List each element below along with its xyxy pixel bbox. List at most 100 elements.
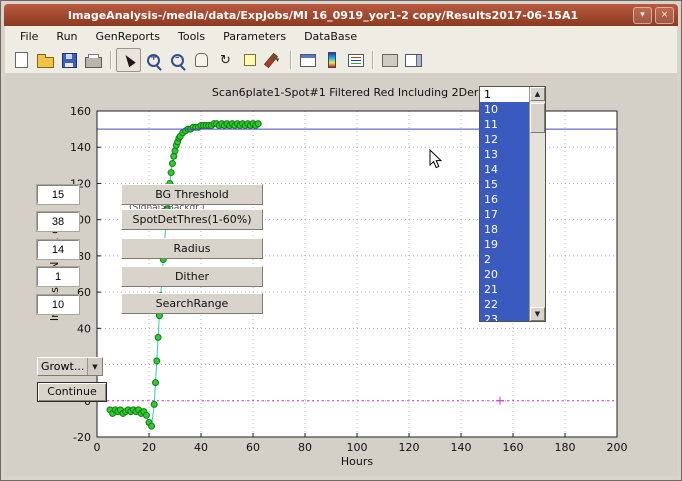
svg-text:Hours: Hours (341, 455, 373, 468)
data-cursor-button[interactable] (238, 49, 261, 71)
list-item[interactable]: 12 (480, 132, 529, 147)
radius-input[interactable] (37, 240, 79, 259)
app-window: ImageAnalysis-/media/data/ExpJobs/MI 16_… (0, 0, 682, 481)
new-document-icon (15, 52, 28, 68)
svg-text:-20: -20 (73, 431, 91, 444)
menu-file[interactable]: File (11, 28, 47, 45)
svg-text:40: 40 (77, 322, 91, 335)
radius-button[interactable]: Radius (121, 238, 263, 259)
list-item[interactable]: 13 (480, 147, 529, 162)
scroll-thumb[interactable] (530, 103, 545, 133)
scroll-up-button[interactable]: ▲ (530, 87, 545, 101)
insert-legend-button[interactable] (344, 49, 367, 71)
growth-mode-popup-value: Growt... (38, 360, 87, 373)
svg-text:20: 20 (142, 441, 156, 454)
plot-tools-hide-icon (382, 54, 398, 67)
growth-plot: 020406080100120140160180200-200204060801… (5, 73, 679, 478)
zoom-out-icon (171, 54, 184, 67)
search-range-input[interactable] (37, 295, 79, 314)
zoom-in-icon (147, 54, 160, 67)
growth-mode-popup[interactable]: Growt... ▼ (37, 357, 103, 376)
svg-text:200: 200 (607, 441, 628, 454)
zoom-out-button[interactable] (166, 49, 189, 71)
link-plot-icon (300, 54, 316, 67)
toolbar-separator (110, 51, 111, 69)
show-plot-tools-button[interactable] (402, 49, 425, 71)
bg-threshold-button[interactable]: BG Threshold (121, 184, 263, 205)
list-item[interactable]: 21 (480, 282, 529, 297)
new-figure-button[interactable] (10, 49, 33, 71)
svg-text:140: 140 (70, 141, 91, 154)
data-cursor-icon (244, 54, 256, 66)
pointer-arrow-icon (122, 53, 135, 67)
plot-tools-show-icon (405, 54, 422, 67)
window-title: ImageAnalysis-/media/data/ExpJobs/MI 16_… (60, 9, 622, 22)
list-item[interactable]: 11 (480, 117, 529, 132)
open-file-button[interactable] (34, 49, 57, 71)
list-item[interactable]: 19 (480, 237, 529, 252)
svg-text:60: 60 (77, 286, 91, 299)
list-scrollbar[interactable]: ▲ ▼ (529, 87, 545, 321)
figure-canvas: 020406080100120140160180200-200204060801… (5, 73, 677, 476)
list-item[interactable]: 20 (480, 267, 529, 282)
menu-database[interactable]: DataBase (295, 28, 366, 45)
menu-genreports[interactable]: GenReports (87, 28, 169, 45)
dither-input[interactable] (37, 267, 79, 286)
list-item[interactable]: 15 (480, 177, 529, 192)
svg-text:140: 140 (451, 441, 472, 454)
minimize-icon: ▾ (640, 10, 645, 20)
print-button[interactable] (82, 49, 105, 71)
list-item[interactable]: 14 (480, 162, 529, 177)
bg-threshold-input[interactable] (37, 185, 79, 204)
legend-icon (348, 54, 364, 67)
scroll-down-button[interactable]: ▼ (530, 307, 545, 321)
zoom-in-button[interactable] (142, 49, 165, 71)
continue-button[interactable]: Continue (37, 382, 107, 402)
insert-colorbar-button[interactable] (320, 49, 343, 71)
toolbar-separator (290, 51, 291, 69)
list-item[interactable]: 17 (480, 207, 529, 222)
up-arrow-icon: ▲ (535, 90, 540, 98)
svg-text:120: 120 (399, 441, 420, 454)
hide-plot-tools-button[interactable] (378, 49, 401, 71)
link-plot-button[interactable] (296, 49, 319, 71)
spot-det-thres-input[interactable] (37, 212, 79, 231)
spot-det-thres-button[interactable]: SpotDetThres(1-60%) (121, 209, 263, 230)
save-figure-button[interactable] (58, 49, 81, 71)
svg-text:80: 80 (77, 250, 91, 263)
svg-text:100: 100 (347, 441, 368, 454)
menu-tools[interactable]: Tools (169, 28, 214, 45)
svg-text:0: 0 (94, 441, 101, 454)
search-range-button[interactable]: SearchRange (121, 293, 263, 314)
down-arrow-icon: ▼ (535, 310, 540, 318)
minimize-button[interactable]: ▾ (633, 7, 652, 24)
list-item[interactable]: 23 (480, 312, 529, 321)
colorbar-icon (328, 52, 336, 68)
menu-run[interactable]: Run (47, 28, 86, 45)
list-item[interactable]: 2 (480, 252, 529, 267)
svg-text:Scan6plate1-Spot#1 Filtered Re: Scan6plate1-Spot#1 Filtered Red Includin… (212, 86, 502, 99)
close-icon: × (661, 10, 669, 20)
figure-toolbar: ↻ ▾ (5, 47, 677, 74)
dither-button[interactable]: Dither (121, 266, 263, 287)
pointer-button[interactable] (116, 48, 141, 72)
list-item[interactable]: 18 (480, 222, 529, 237)
brush-button[interactable]: ▾ (262, 49, 285, 71)
list-item[interactable]: 16 (480, 192, 529, 207)
close-button[interactable]: × (655, 7, 674, 24)
pan-hand-icon (195, 53, 208, 67)
rotate-3d-button[interactable]: ↻ (214, 49, 237, 71)
list-item[interactable]: 22 (480, 297, 529, 312)
svg-text:160: 160 (503, 441, 524, 454)
pan-button[interactable] (190, 49, 213, 71)
list-item[interactable]: 10 (480, 102, 529, 117)
list-item[interactable]: 1 (480, 87, 529, 102)
svg-text:180: 180 (555, 441, 576, 454)
svg-text:80: 80 (298, 441, 312, 454)
rotate-icon: ↻ (220, 54, 231, 67)
svg-text:160: 160 (70, 105, 91, 118)
menu-parameters[interactable]: Parameters (214, 28, 295, 45)
popup-arrow-icon: ▼ (87, 358, 102, 375)
menu-bar: File Run GenReports Tools Parameters Dat… (5, 26, 677, 48)
title-bar[interactable]: ImageAnalysis-/media/data/ExpJobs/MI 16_… (4, 4, 678, 26)
